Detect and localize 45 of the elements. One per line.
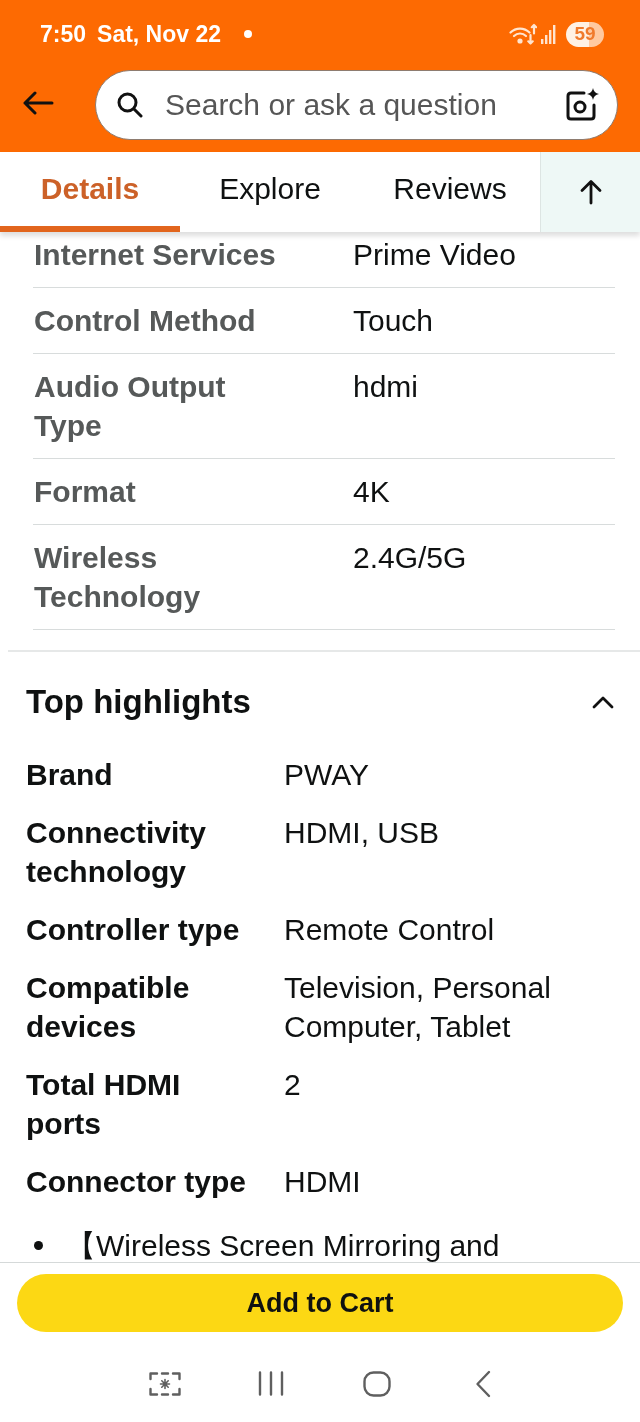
highlight-value: Television, Personal Computer, Tablet [284, 970, 552, 1045]
search-icon [117, 92, 143, 118]
highlight-label: Connectivity technology [26, 815, 208, 890]
highlight-value: HDMI, USB [284, 815, 439, 851]
highlight-label: Brand [26, 757, 113, 793]
search-field[interactable]: Search or ask a question [95, 70, 618, 140]
highlight-label: Total HDMI ports [26, 1067, 182, 1142]
home-icon[interactable] [363, 1370, 391, 1397]
dashed-frame-icon[interactable] [149, 1371, 181, 1396]
highlight-label: Compatible devices [26, 970, 191, 1045]
camera-sparkle-icon[interactable] [565, 88, 599, 122]
up-arrow-icon [579, 179, 602, 205]
back-arrow-icon[interactable] [22, 91, 54, 115]
bullet-icon [34, 1241, 43, 1250]
spec-label: Format [34, 474, 136, 510]
back-icon[interactable] [475, 1369, 491, 1398]
signal-icon [541, 24, 556, 44]
spec-label: Wireless Technology [34, 540, 202, 615]
spec-value: 4K [353, 474, 390, 510]
highlight-value: 2 [284, 1067, 301, 1103]
section-title: Top highlights [26, 682, 251, 722]
spec-value: Touch [353, 303, 434, 339]
highlight-label: Controller type [26, 912, 240, 948]
spec-value: 2.4G/5G [353, 540, 467, 576]
battery-percentage: 59 [566, 21, 604, 47]
tab[interactable]: Details [0, 152, 180, 232]
wifi-icon [509, 23, 537, 45]
spec-value: hdmi [353, 369, 419, 405]
bullet-text: 【Wireless Screen Mirroring and [66, 1228, 500, 1262]
tab[interactable]: Reviews [360, 152, 540, 232]
spec-value: Prime Video [353, 237, 516, 273]
highlight-value: PWAY [284, 757, 369, 793]
tab[interactable]: Explore [180, 152, 360, 232]
status-date: Sat, Nov 22 [97, 20, 222, 48]
highlight-label: Connector type [26, 1164, 247, 1200]
recent-apps-icon[interactable] [258, 1371, 284, 1396]
spec-label: Audio Output Type [34, 369, 227, 444]
status-time: 7:50 [40, 20, 87, 48]
caret-icon[interactable] [592, 695, 614, 709]
highlight-value: HDMI [284, 1164, 361, 1200]
notification-dot-icon [244, 30, 253, 38]
highlight-value: Remote Control [284, 912, 495, 948]
spec-label: Internet Services [34, 237, 276, 273]
spec-label: Control Method [34, 303, 256, 339]
add-to-cart-button[interactable]: Add to Cart [17, 1274, 623, 1332]
